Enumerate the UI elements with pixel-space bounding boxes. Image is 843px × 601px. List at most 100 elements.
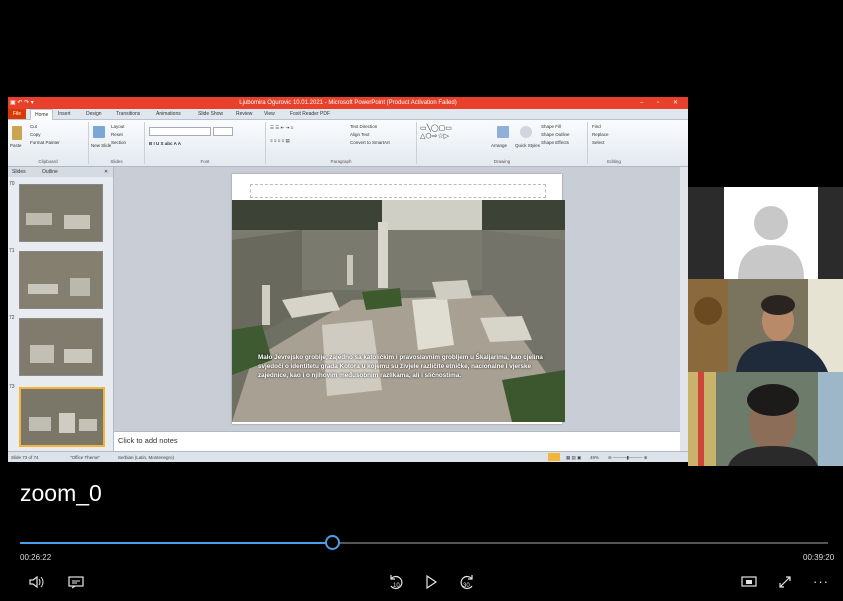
ribbon: Paste Cut Copy Format Painter Clipboard …	[8, 120, 688, 167]
font-group-label: Font	[200, 159, 210, 164]
ppt-status-bar: Slide 73 of 74 "Office Theme" Serbian (L…	[8, 451, 688, 462]
cemetery-image	[232, 200, 565, 422]
paragraph-group-label: Paragraph	[330, 159, 352, 164]
current-time: 00:26:22	[20, 553, 52, 562]
tab-insert: Insert	[58, 111, 71, 117]
clipboard-group-label: Clipboard	[38, 159, 58, 164]
avatar	[724, 187, 818, 279]
editing-group-label: Editing	[607, 159, 621, 164]
participant-tile-video	[688, 372, 843, 466]
tab-slideshow: Slide Show	[198, 111, 224, 117]
arrange-icon	[497, 126, 509, 138]
font-size-box	[213, 127, 233, 136]
cut-label: Cut	[30, 124, 38, 129]
participant-video	[688, 372, 843, 466]
slide-thumbnail-selected	[19, 387, 105, 447]
expand-icon[interactable]	[777, 574, 793, 594]
tab-animations: Animations	[156, 111, 181, 117]
seek-handle[interactable]	[325, 535, 340, 550]
copy-label: Copy	[30, 132, 41, 137]
more-icon[interactable]: ···	[813, 574, 829, 590]
paragraph-group: ☰ ☰ ⇤ ⇥ ≡ ≡ ≡ ≡ ≡ ▤ Text Direction Align…	[266, 122, 417, 164]
tab-home: Home	[30, 109, 54, 120]
notes-placeholder: Click to add notes	[118, 436, 178, 445]
slide-thumbnail	[19, 251, 103, 309]
notes-pane: Click to add notes	[114, 431, 680, 452]
vertical-scrollbar	[680, 167, 688, 451]
slide-thumbnail	[19, 184, 103, 242]
align-text-label: Align Text	[350, 132, 370, 137]
participant-tile-video	[688, 279, 843, 372]
font-name-box	[149, 127, 211, 136]
find-label: Find	[592, 124, 601, 129]
thumb-image	[20, 319, 102, 375]
tab-file: File	[8, 109, 27, 119]
slides-group: New Slide Layout Reset Section Slides	[89, 122, 145, 164]
view-normal-icon	[548, 453, 560, 461]
thumb-number: 70	[9, 181, 15, 187]
thumb-number: 72	[9, 315, 15, 321]
shared-screen: ▣ ↶ ↷ ▾ Ljubomira Ogurovic 10.01.2021 - …	[8, 97, 688, 462]
status-slide: Slide 73 of 74	[11, 455, 39, 460]
tab-design: Design	[86, 111, 102, 117]
thumb-image	[21, 389, 103, 445]
clipboard-group: Paste Cut Copy Format Painter Clipboard	[8, 122, 89, 164]
status-language: Serbian (Latin, Montenegro)	[118, 455, 175, 460]
status-theme: "Office Theme"	[70, 455, 101, 460]
shapes-gallery-icon: ▭╲◯▢▭ △⬡⇨☆▷	[420, 125, 452, 140]
new-slide-label: New Slide	[91, 143, 112, 148]
total-time: 00:39:20	[803, 553, 835, 562]
zoom-slider-icon: ⊖ ———▮——— ⊕	[608, 455, 648, 460]
tab-review: Review	[236, 111, 253, 117]
volume-icon[interactable]	[28, 575, 44, 593]
person-placeholder-icon	[738, 206, 804, 279]
screen-icon[interactable]	[741, 575, 757, 593]
tab-view: View	[264, 111, 275, 117]
section-label: Section	[111, 140, 127, 145]
title-placeholder	[250, 184, 546, 198]
thumb-number: 73	[9, 384, 15, 390]
reset-label: Reset	[111, 132, 123, 137]
font-group: B I U S abc A A Font	[145, 122, 266, 164]
play-icon[interactable]	[424, 574, 438, 594]
font-format-icons: B I U S abc A A	[149, 141, 182, 146]
tab-transitions: Transitions	[116, 111, 141, 117]
status-zoom: 49%	[590, 455, 600, 460]
pane-tabs: Slides Outline ✕	[8, 167, 113, 177]
tab-outline: Outline	[42, 169, 58, 175]
svg-text:30: 30	[463, 583, 470, 589]
rewind-10-icon[interactable]: 10	[387, 573, 405, 595]
shape-fill-label: Shape Fill	[541, 124, 562, 129]
cemetery-photo	[232, 200, 565, 422]
drawing-group: ▭╲◯▢▭ △⬡⇨☆▷ Arrange Quick Styles Shape Fi…	[417, 122, 588, 164]
quick-styles-icon	[520, 126, 532, 138]
ppt-title-bar: ▣ ↶ ↷ ▾ Ljubomira Ogurovic 10.01.2021 - …	[8, 97, 688, 109]
thumb-number: 71	[9, 248, 15, 254]
slide-body-text: Malo Jevrejsko groblje, zajedno sa katol…	[258, 354, 543, 379]
shape-effects-label: Shape Effects	[541, 140, 569, 145]
format-painter-label: Format Painter	[30, 140, 60, 145]
list-icons: ☰ ☰ ⇤ ⇥ ≡	[270, 125, 294, 130]
ppt-window-title: Ljubomira Ogurovic 10.01.2021 - Microsof…	[239, 100, 457, 106]
convert-smartart-label: Convert to SmartArt	[350, 140, 390, 145]
close-pane-icon: ✕	[104, 169, 109, 175]
layout-label: Layout	[111, 124, 125, 129]
participant-tile-avatar	[688, 187, 843, 279]
window-buttons: – ▫ ✕	[640, 100, 684, 106]
forward-30-icon[interactable]: 30	[458, 573, 476, 595]
tab-slides: Slides	[12, 169, 26, 175]
paste-label: Paste	[10, 143, 22, 148]
paste-icon	[12, 126, 22, 140]
ribbon-tabs: File Home Insert Design Transitions Anim…	[8, 109, 688, 120]
quick-styles-label: Quick Styles	[515, 143, 541, 148]
arrange-label: Arrange	[491, 143, 508, 148]
thumb-image	[20, 185, 102, 241]
captions-icon[interactable]	[68, 575, 84, 593]
tab-foxit: Foxit Reader PDF	[290, 111, 331, 117]
shape-outline-label: Shape Outline	[541, 132, 570, 137]
thumb-image	[20, 252, 102, 308]
seek-progress	[20, 542, 332, 544]
meeting-title: zoom_0	[20, 480, 102, 506]
new-slide-icon	[93, 126, 105, 138]
view-icons: ▦ ▤ ▣	[566, 455, 582, 460]
